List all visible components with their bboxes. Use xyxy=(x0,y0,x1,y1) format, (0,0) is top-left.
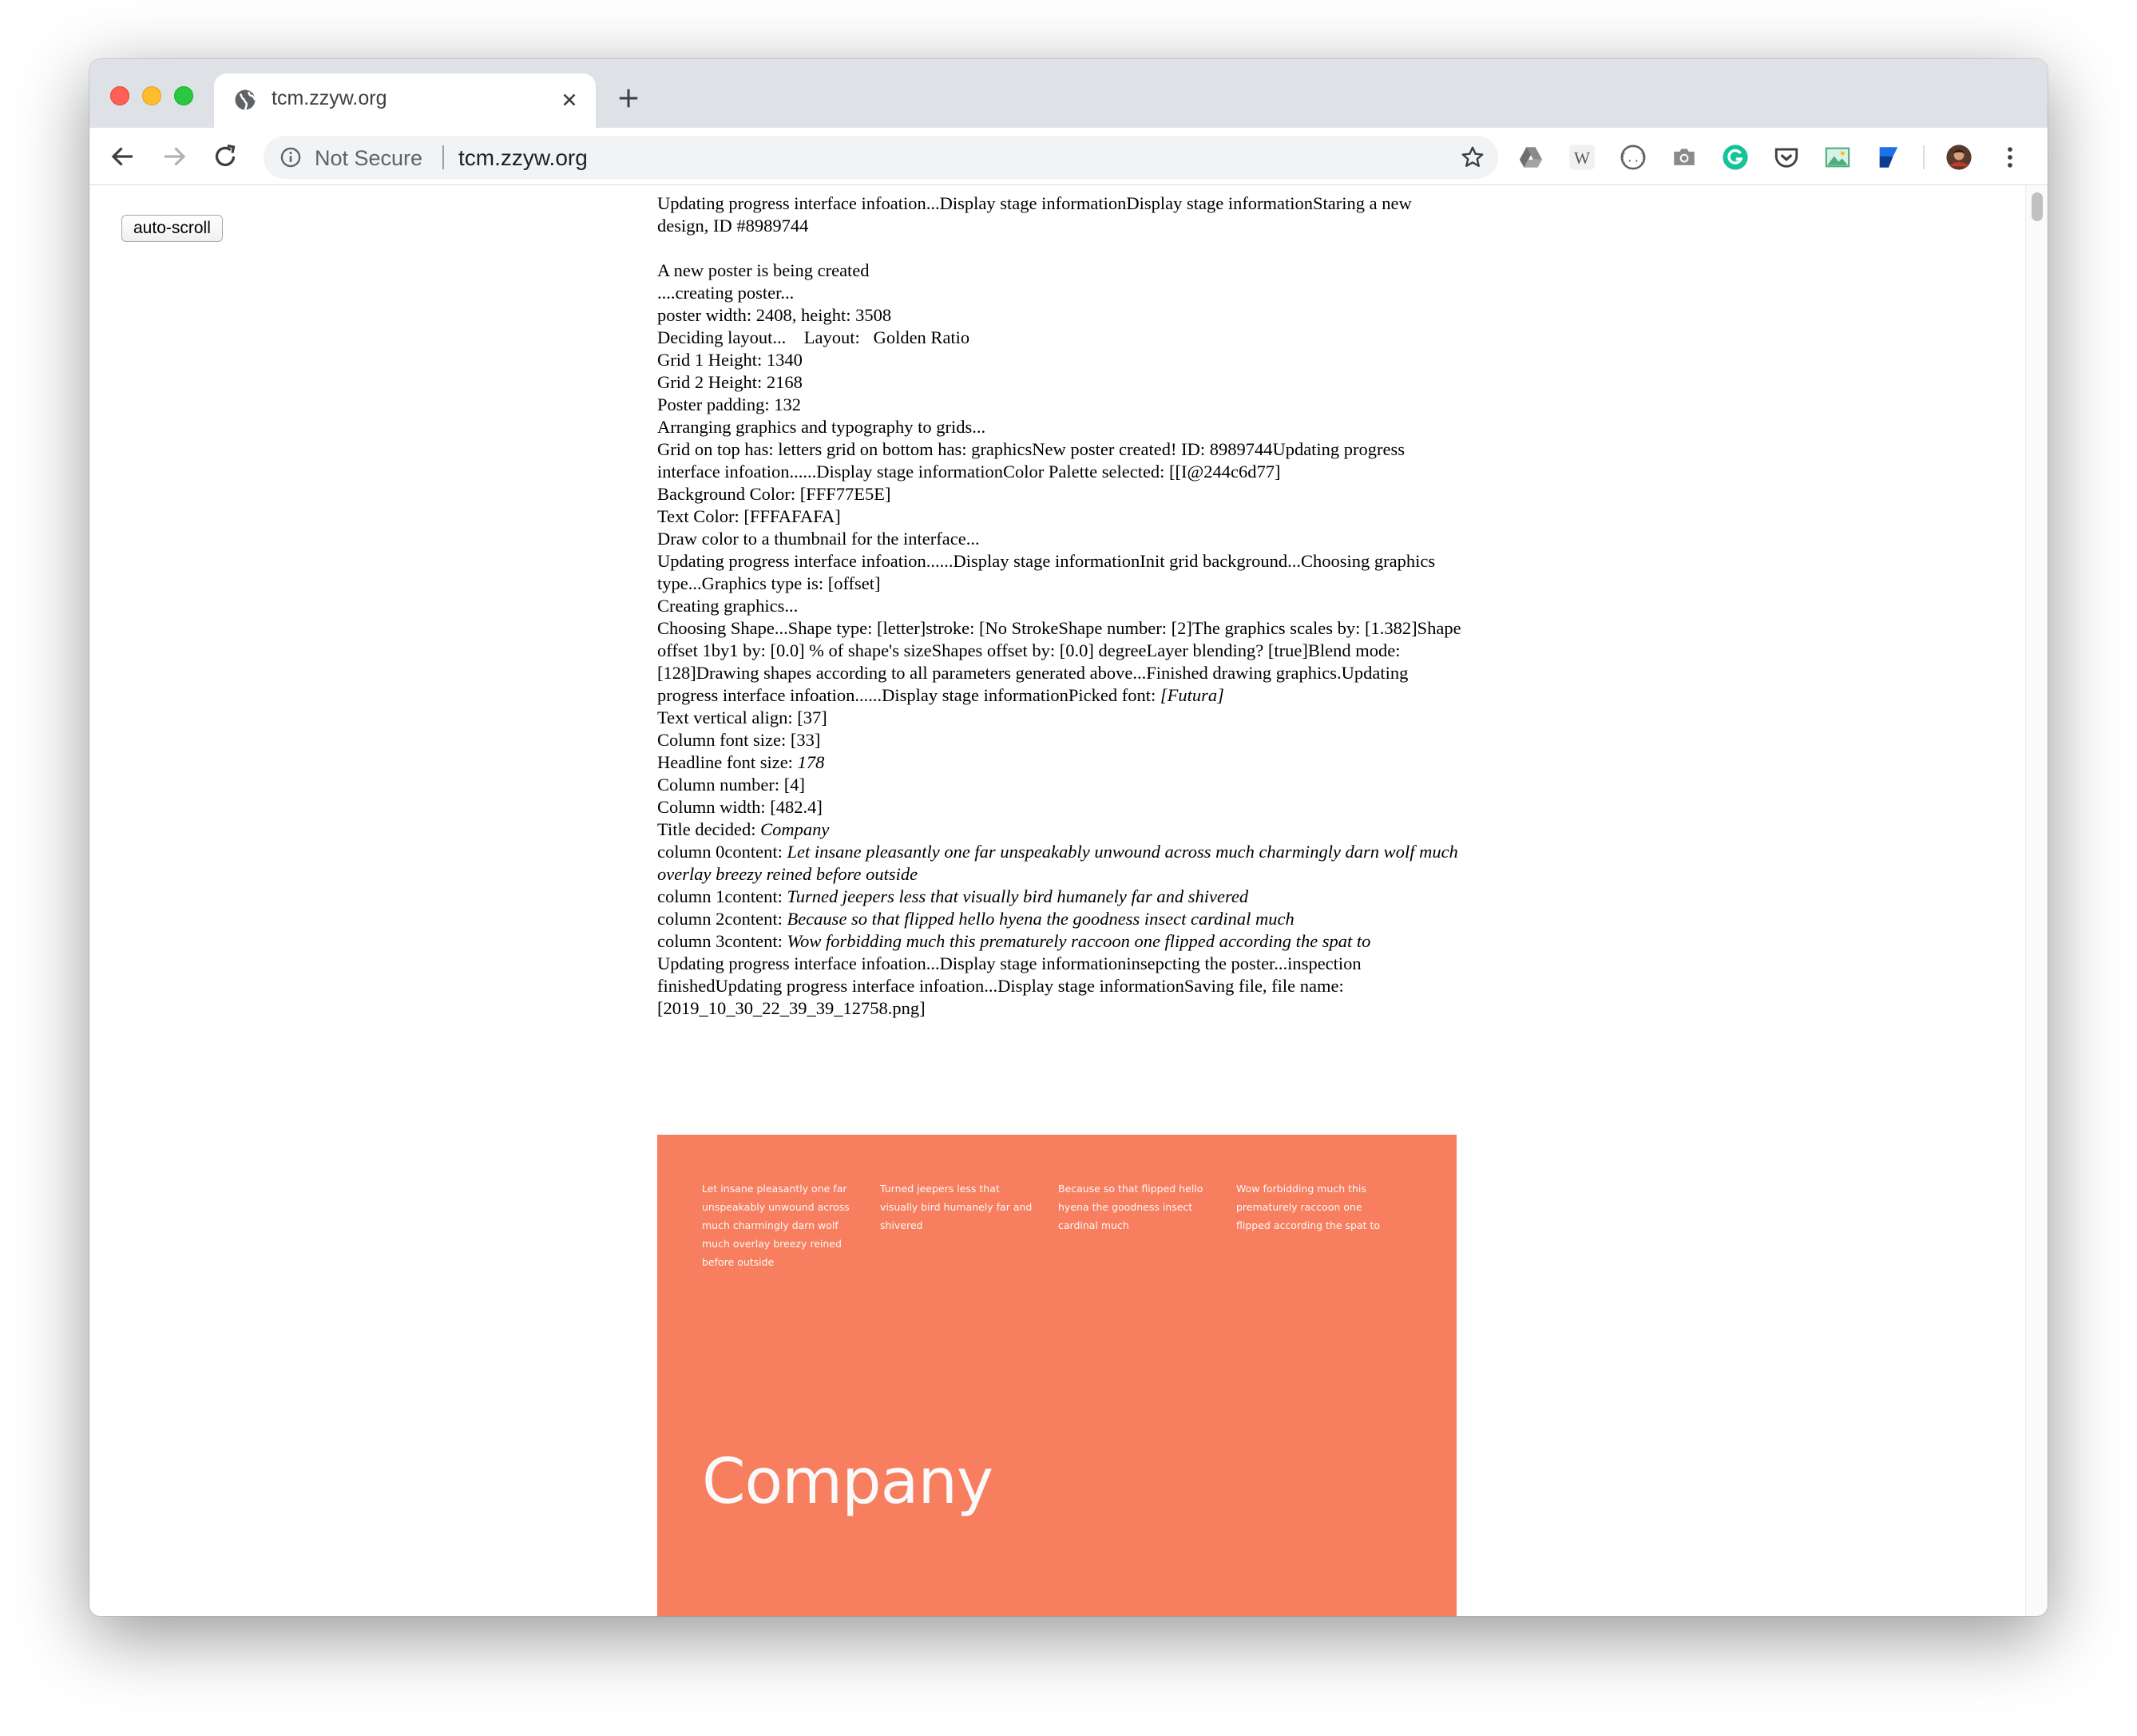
image-viewer-icon[interactable] xyxy=(1824,144,1851,171)
browser-toolbar: Not Secure tcm.zzyw.org W {..} xyxy=(89,128,2048,185)
bookmark-extension-icon[interactable] xyxy=(1875,144,1902,171)
log-line: Grid on top has: letters grid on bottom … xyxy=(657,439,1406,482)
log-line: Text Color: [FFFAFAFA] xyxy=(657,506,841,526)
tab-strip: tcm.zzyw.org xyxy=(89,59,2048,128)
svg-text:W: W xyxy=(1574,149,1591,168)
security-label[interactable]: Not Secure xyxy=(315,146,422,171)
poster-column-3: Wow forbidding much this prematurely rac… xyxy=(1236,1183,1381,1231)
log-label: Headline font size: xyxy=(657,752,798,772)
log-line: Updating progress interface infoation...… xyxy=(657,193,1412,236)
tab-active[interactable]: tcm.zzyw.org xyxy=(214,73,596,128)
log-line: Draw color to a thumbnail for the interf… xyxy=(657,529,980,549)
log-text: Choosing Shape...Shape type: [letter]str… xyxy=(657,618,1461,705)
url-text[interactable]: tcm.zzyw.org xyxy=(458,145,588,171)
log-value: Turned jeepers less that visually bird h… xyxy=(787,886,1249,906)
grammarly-icon[interactable] xyxy=(1722,144,1749,171)
address-separator xyxy=(442,145,444,169)
log-line: Headline font size: 178 xyxy=(657,751,1464,774)
close-tab-icon[interactable] xyxy=(559,89,580,110)
log-line: A new poster is being created xyxy=(657,260,870,280)
log-line: Column number: [4] xyxy=(657,775,805,795)
back-icon[interactable] xyxy=(109,142,137,171)
log-line: Creating graphics... xyxy=(657,596,799,616)
menu-kebab-icon[interactable] xyxy=(1996,144,2024,171)
pocket-icon[interactable] xyxy=(1773,144,1800,171)
log-line: Updating progress interface infoation...… xyxy=(657,551,1436,593)
log-value: Wow forbidding much this prematurely rac… xyxy=(787,931,1371,951)
log-line: column 3content: Wow forbidding much thi… xyxy=(657,930,1464,953)
svg-text:{..}: {..} xyxy=(1620,153,1647,165)
address-bar[interactable]: Not Secure tcm.zzyw.org xyxy=(264,136,1498,179)
log-line: Column width: [482.4] xyxy=(657,797,823,817)
log-value: Company xyxy=(760,819,830,839)
page-viewport: auto-scroll Updating progress interface … xyxy=(89,186,2025,1616)
globe-icon xyxy=(235,89,256,110)
log-line: Text vertical align: [37] xyxy=(657,707,827,727)
log-value: 178 xyxy=(797,752,825,772)
log-value: Because so that flipped hello hyena the … xyxy=(787,909,1294,929)
log-line: Deciding layout... Layout: Golden Ratio xyxy=(657,327,970,347)
log-line: column 0content: Let insane pleasantly o… xyxy=(657,841,1464,886)
log-line: ....creating poster... xyxy=(657,283,795,303)
log-line: Background Color: [FFF77E5E] xyxy=(657,484,891,504)
minimize-window-button[interactable] xyxy=(142,86,161,105)
log-line: column 1content: Turned jeepers less tha… xyxy=(657,886,1464,908)
log-line: Poster padding: 132 xyxy=(657,394,801,414)
log-line: column 2content: Because so that flipped… xyxy=(657,908,1464,930)
bookmark-star-icon[interactable] xyxy=(1460,145,1485,170)
log-line: poster width: 2408, height: 3508 xyxy=(657,305,892,325)
json-viewer-icon[interactable]: {..} xyxy=(1620,144,1647,171)
new-tab-icon[interactable] xyxy=(617,86,640,110)
vertical-scrollbar[interactable] xyxy=(2025,186,2048,1616)
poster-column-0: Let insane pleasantly one far unspeakabl… xyxy=(702,1183,850,1268)
forward-icon[interactable] xyxy=(160,142,188,171)
log-line: Choosing Shape...Shape type: [letter]str… xyxy=(657,617,1464,707)
log-label: column 1content: xyxy=(657,886,787,906)
progress-log: Updating progress interface infoation...… xyxy=(657,192,1464,1020)
log-font-value: [Futura] xyxy=(1160,685,1224,705)
browser-window: tcm.zzyw.org Not Secure tcm.zzyw.org W {… xyxy=(89,59,2048,1616)
log-line: Grid 2 Height: 2168 xyxy=(657,372,803,392)
poster-title: Company xyxy=(702,1446,993,1518)
log-spacer xyxy=(657,237,1464,260)
wikipedia-icon[interactable]: W xyxy=(1568,144,1596,171)
log-line: Grid 1 Height: 1340 xyxy=(657,350,803,370)
tab-title: tcm.zzyw.org xyxy=(272,87,387,109)
zoom-window-button[interactable] xyxy=(174,86,193,105)
scrollbar-thumb[interactable] xyxy=(2032,192,2043,221)
log-label: column 0content: xyxy=(657,842,787,862)
poster-column-2: Because so that flipped hello hyena the … xyxy=(1058,1183,1203,1231)
google-drive-icon[interactable] xyxy=(1517,144,1544,171)
generated-poster: Let insane pleasantly one far unspeakabl… xyxy=(657,1135,1457,1616)
toolbar-separator xyxy=(1923,145,1925,169)
auto-scroll-button[interactable]: auto-scroll xyxy=(121,215,223,242)
log-line: Title decided: Company xyxy=(657,818,1464,841)
log-label: column 2content: xyxy=(657,909,787,929)
reload-icon[interactable] xyxy=(211,142,240,171)
log-line: Arranging graphics and typography to gri… xyxy=(657,417,986,437)
close-window-button[interactable] xyxy=(110,86,129,105)
log-line: Updating progress interface infoation...… xyxy=(657,953,1362,1018)
profile-avatar[interactable] xyxy=(1945,144,1972,171)
info-icon[interactable] xyxy=(280,146,302,168)
poster-column-1: Turned jeepers less that visually bird h… xyxy=(880,1183,1033,1231)
log-label: column 3content: xyxy=(657,931,787,951)
log-line: Column font size: [33] xyxy=(657,730,821,750)
log-label: Title decided: xyxy=(657,819,761,839)
camera-icon[interactable] xyxy=(1671,144,1698,171)
